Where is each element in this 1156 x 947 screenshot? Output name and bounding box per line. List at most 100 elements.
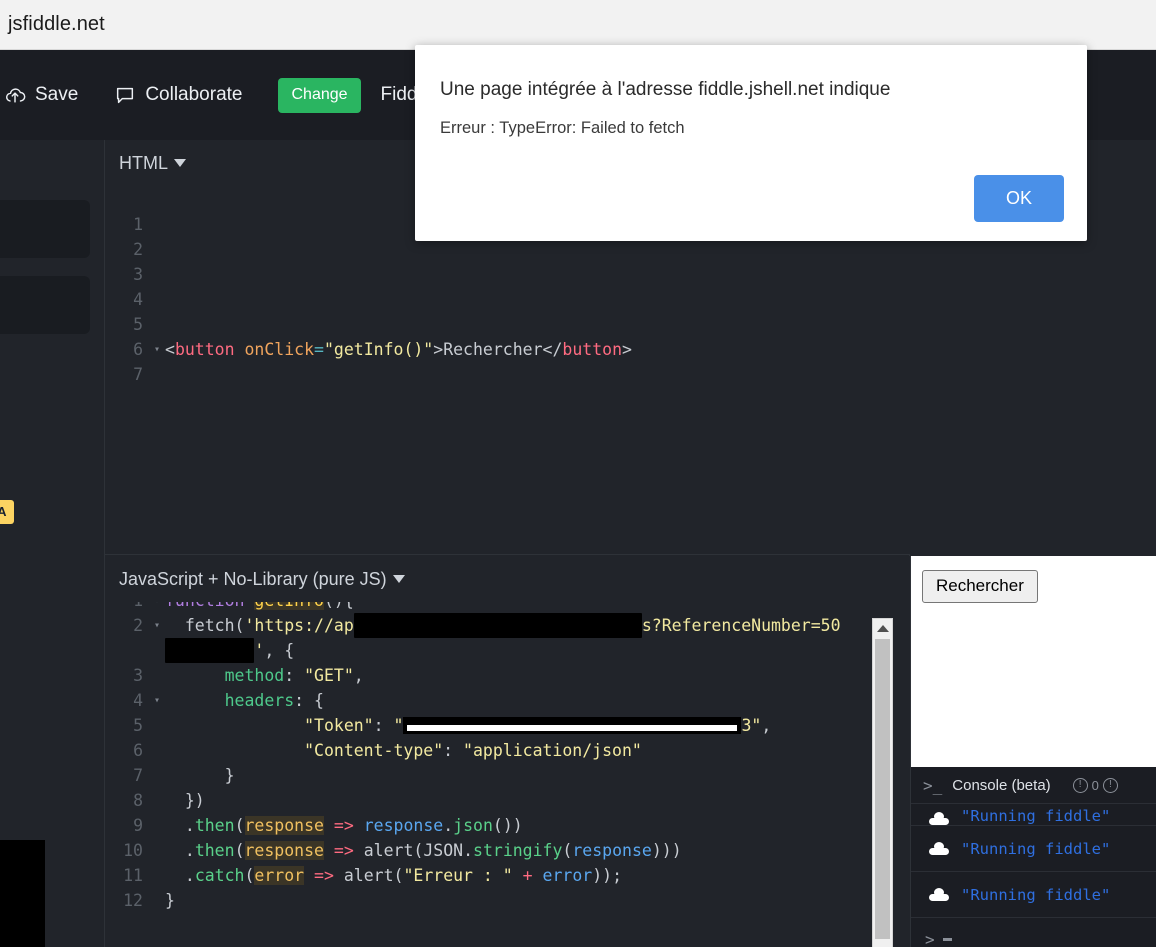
scrollbar-thumb[interactable] xyxy=(875,639,890,939)
warning-count: 0 xyxy=(1091,777,1099,793)
cloud-icon xyxy=(929,841,949,855)
page-domain-label: jsfiddle.net xyxy=(8,13,105,35)
save-button[interactable]: Save xyxy=(4,84,78,106)
rechercher-button[interactable]: Rechercher xyxy=(922,570,1038,603)
result-preview-panel: Rechercher xyxy=(910,556,1156,767)
app-root: jsfiddle.net Save Collaborate Change Fid… xyxy=(0,0,1156,947)
code-line: 3 method: "GET", xyxy=(105,663,910,688)
fold-toggle[interactable]: ▾ xyxy=(149,688,165,713)
javascript-alert-dialog: Une page intégrée à l'adresse fiddle.jsh… xyxy=(415,45,1087,241)
js-editor-panel: JavaScript + No-Library (pure JS) 1 ▾ fu… xyxy=(105,556,910,947)
line-number: 5 xyxy=(133,716,143,735)
fold-toggle[interactable]: ▾ xyxy=(149,337,165,362)
code-line: 5 xyxy=(105,312,910,337)
ok-button[interactable]: OK xyxy=(973,175,1064,222)
line-number: 2 xyxy=(133,240,143,259)
console-log-row[interactable]: "Running fiddle" xyxy=(911,826,1156,872)
code-text: .catch(error => alert("Erreur : " + erro… xyxy=(165,866,623,885)
code-text: function getInfo(){ xyxy=(165,602,354,613)
sidebar-card[interactable] xyxy=(0,200,90,258)
code-text: }) xyxy=(165,791,205,810)
code-line: 7 } xyxy=(105,763,910,788)
sidebar-card[interactable] xyxy=(0,276,90,334)
console-panel: >_ Console (beta) ! 0 ! "Running fiddle"… xyxy=(910,767,1156,947)
sidebar-redacted-block xyxy=(0,840,45,947)
js-editor-scrollbar[interactable] xyxy=(872,618,893,947)
line-number: 11 xyxy=(123,866,143,885)
console-header[interactable]: >_ Console (beta) ! 0 ! xyxy=(911,767,1156,803)
cloud-upload-icon xyxy=(4,84,26,106)
code-text: "Content-type": "application/json" xyxy=(304,741,642,760)
code-line: 6 "Content-type": "application/json" xyxy=(105,738,910,763)
code-text: .then(response => alert(JSON.stringify(r… xyxy=(165,841,682,860)
fold-toggle[interactable]: ▾ xyxy=(149,613,165,638)
line-number: 6 xyxy=(133,741,143,760)
code-text: fetch('https://api.postshipping.com/api2… xyxy=(165,613,855,663)
dialog-title: Une page intégrée à l'adresse fiddle.jsh… xyxy=(440,79,891,100)
collaborate-button[interactable]: Collaborate xyxy=(114,84,242,106)
js-panel-header[interactable]: JavaScript + No-Library (pure JS) xyxy=(105,556,910,602)
terminal-prompt-icon: > xyxy=(925,929,935,947)
line-number: 4 xyxy=(133,691,143,710)
cloud-icon xyxy=(929,887,949,901)
line-number: 6 xyxy=(133,340,143,359)
line-number: 4 xyxy=(133,290,143,309)
code-line: 6 ▾ <button onClick="getInfo()">Recherch… xyxy=(105,337,910,362)
terminal-prompt-icon: >_ xyxy=(923,775,943,795)
console-log-list: "Running fiddle" "Running fiddle" "Runni… xyxy=(911,803,1156,918)
speech-bubble-icon xyxy=(114,84,136,106)
js-panel-title: JavaScript + No-Library (pure JS) xyxy=(119,568,387,589)
line-number: 5 xyxy=(133,315,143,334)
code-text: <button onClick="getInfo()">Rechercher</… xyxy=(165,340,632,359)
left-sidebar: TRA s for Teams month. xyxy=(0,140,105,947)
console-input[interactable]: > xyxy=(911,918,1156,947)
collaborate-label: Collaborate xyxy=(145,84,243,105)
code-line: 12 } xyxy=(105,888,910,913)
console-log-row[interactable]: "Running fiddle" xyxy=(911,872,1156,918)
line-number: 1 xyxy=(105,602,149,613)
sidebar-badge: TRA xyxy=(0,500,14,524)
fold-toggle[interactable]: ▾ xyxy=(149,602,165,613)
code-text: .then(response => response.json()) xyxy=(165,816,523,835)
code-line: 2 ▾ fetch('https://api.postshipping.com/… xyxy=(105,613,910,663)
text-caret xyxy=(942,937,952,941)
code-line: 9 .then(response => response.json()) xyxy=(105,813,910,838)
warning-icon: ! xyxy=(1072,777,1088,793)
line-number: 2 xyxy=(133,616,143,635)
line-number: 1 xyxy=(133,215,143,234)
code-line: 7 xyxy=(105,362,910,387)
line-number: 3 xyxy=(133,666,143,685)
console-title: Console (beta) xyxy=(952,776,1051,794)
browser-bar: jsfiddle.net xyxy=(0,0,1156,50)
line-number: 3 xyxy=(133,265,143,284)
js-code-area[interactable]: 1 ▾ function getInfo(){ 2 ▾ fetch('https… xyxy=(105,602,910,947)
line-number: 9 xyxy=(133,816,143,835)
chevron-down-icon xyxy=(174,159,186,167)
line-number: 12 xyxy=(123,891,143,910)
line-number: 10 xyxy=(123,841,143,860)
console-log-text: "Running fiddle" xyxy=(961,839,1111,858)
code-text: "Token": " 3", xyxy=(304,716,772,735)
code-text: method: "GET", xyxy=(224,666,364,685)
console-counters: ! 0 ! xyxy=(1072,777,1118,793)
code-text: } xyxy=(165,891,175,910)
console-log-text: "Running fiddle" xyxy=(961,885,1111,904)
code-text: headers: { xyxy=(224,691,324,710)
code-line: 4 xyxy=(105,287,910,312)
scroll-up-arrow-icon[interactable] xyxy=(873,619,892,638)
code-line: 5 "Token": " 3", xyxy=(105,713,910,738)
dialog-message: Erreur : TypeError: Failed to fetch xyxy=(440,118,685,137)
code-line: 4 ▾ headers: { xyxy=(105,688,910,713)
code-line: 10 .then(response => alert(JSON.stringif… xyxy=(105,838,910,863)
console-log-row[interactable]: "Running fiddle" xyxy=(911,804,1156,826)
error-icon: ! xyxy=(1102,777,1118,793)
code-line: 3 xyxy=(105,262,910,287)
code-line: 1 ▾ function getInfo(){ xyxy=(105,602,910,613)
code-text: } xyxy=(165,766,235,785)
save-label: Save xyxy=(35,84,79,105)
change-button[interactable]: Change xyxy=(278,77,361,113)
html-panel-title: HTML xyxy=(119,152,168,173)
code-line: 8 }) xyxy=(105,788,910,813)
console-log-text: "Running fiddle" xyxy=(961,807,1111,825)
line-number: 7 xyxy=(133,766,143,785)
